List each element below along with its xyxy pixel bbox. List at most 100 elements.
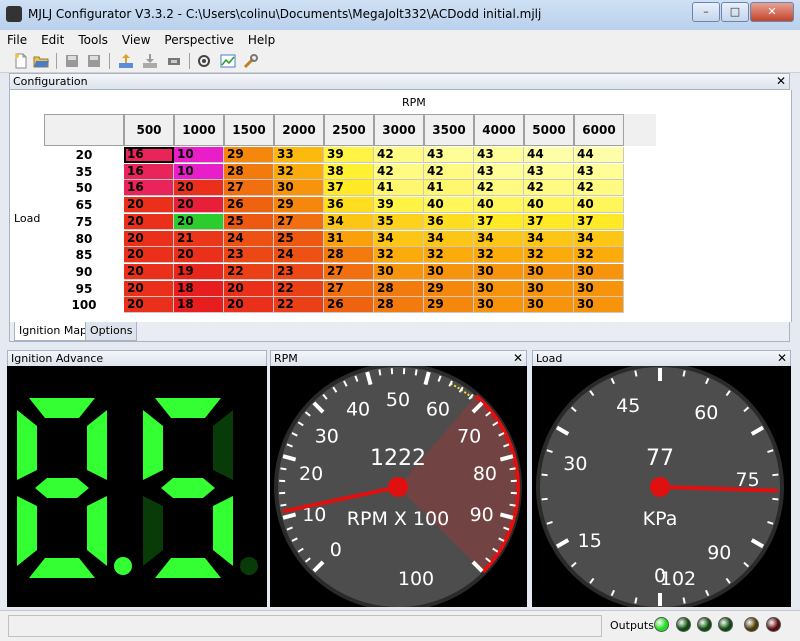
tab-ignition-map[interactable]: Ignition Map [14,322,92,341]
table-cell[interactable]: 22 [274,297,324,313]
table-cell[interactable]: 34 [374,231,424,247]
table-cell[interactable]: 43 [474,164,524,180]
table-cell[interactable]: 32 [574,247,624,263]
table-cell[interactable]: 20 [124,247,174,263]
chart-icon[interactable] [220,53,236,69]
menu-tools[interactable]: Tools [71,33,115,47]
table-cell[interactable]: 40 [524,197,574,213]
menu-view[interactable]: View [115,33,157,47]
table-cell[interactable]: 40 [424,197,474,213]
table-cell[interactable]: 30 [474,281,524,297]
open-folder-icon[interactable] [33,53,49,69]
table-cell[interactable]: 19 [174,264,224,280]
table-cell[interactable]: 20 [174,247,224,263]
table-cell[interactable]: 20 [124,214,174,230]
table-cell[interactable]: 10 [174,147,224,163]
table-cell[interactable]: 43 [524,164,574,180]
table-cell[interactable]: 39 [324,147,374,163]
table-cell[interactable]: 32 [274,164,324,180]
menu-perspective[interactable]: Perspective [157,33,241,47]
table-cell[interactable]: 20 [174,197,224,213]
table-cell[interactable]: 30 [474,297,524,313]
settings-icon[interactable] [196,53,212,69]
save-as-icon[interactable] [86,53,102,69]
table-cell[interactable]: 30 [374,264,424,280]
table-cell[interactable]: 23 [274,264,324,280]
new-file-icon[interactable] [13,53,29,69]
table-cell[interactable]: 34 [424,231,474,247]
table-cell[interactable]: 42 [474,180,524,196]
table-cell[interactable]: 34 [524,231,574,247]
table-cell[interactable]: 41 [374,180,424,196]
table-cell[interactable]: 25 [224,214,274,230]
table-cell[interactable]: 27 [324,264,374,280]
table-cell[interactable]: 18 [174,281,224,297]
close-icon[interactable]: ✕ [513,351,523,366]
table-cell[interactable]: 27 [224,180,274,196]
table-cell[interactable]: 42 [524,180,574,196]
tools-icon[interactable] [243,53,259,69]
table-cell[interactable]: 44 [574,147,624,163]
table-cell[interactable]: 30 [574,281,624,297]
table-cell[interactable]: 37 [524,214,574,230]
table-cell[interactable]: 30 [574,297,624,313]
table-cell[interactable]: 20 [124,281,174,297]
table-cell[interactable]: 43 [474,147,524,163]
table-cell[interactable]: 29 [224,147,274,163]
close-button[interactable]: ✕ [750,2,794,22]
table-cell[interactable]: 34 [474,231,524,247]
table-cell[interactable]: 27 [274,214,324,230]
table-cell[interactable]: 44 [524,147,574,163]
table-cell[interactable]: 42 [374,164,424,180]
export-icon[interactable] [118,53,134,69]
table-cell[interactable]: 33 [274,147,324,163]
table-cell[interactable]: 24 [274,247,324,263]
table-cell[interactable]: 16 [124,147,174,163]
table-cell[interactable]: 39 [374,197,424,213]
table-cell[interactable]: 20 [124,297,174,313]
table-cell[interactable]: 29 [424,297,474,313]
tab-options[interactable]: Options [85,322,137,341]
table-cell[interactable]: 32 [524,247,574,263]
table-cell[interactable]: 32 [424,247,474,263]
table-cell[interactable]: 30 [474,264,524,280]
table-cell[interactable]: 16 [124,180,174,196]
table-cell[interactable]: 36 [424,214,474,230]
table-cell[interactable]: 20 [124,264,174,280]
table-cell[interactable]: 30 [524,264,574,280]
table-cell[interactable]: 30 [274,180,324,196]
table-cell[interactable]: 10 [174,164,224,180]
table-cell[interactable]: 20 [174,214,224,230]
table-cell[interactable]: 36 [324,197,374,213]
menu-help[interactable]: Help [241,33,282,47]
table-cell[interactable]: 30 [424,264,474,280]
table-cell[interactable]: 26 [224,197,274,213]
table-cell[interactable]: 22 [224,264,274,280]
table-cell[interactable]: 29 [274,197,324,213]
table-cell[interactable]: 30 [574,264,624,280]
table-cell[interactable]: 37 [324,180,374,196]
minimize-button[interactable]: – [692,2,720,22]
table-cell[interactable]: 23 [224,247,274,263]
table-cell[interactable]: 20 [224,281,274,297]
table-cell[interactable]: 20 [124,197,174,213]
table-cell[interactable]: 37 [574,214,624,230]
table-cell[interactable]: 34 [324,214,374,230]
table-cell[interactable]: 35 [374,214,424,230]
menu-file[interactable]: File [0,33,34,47]
table-cell[interactable]: 20 [224,297,274,313]
table-cell[interactable]: 40 [474,197,524,213]
table-cell[interactable]: 32 [374,247,424,263]
table-cell[interactable]: 28 [374,281,424,297]
table-cell[interactable]: 42 [424,164,474,180]
menu-edit[interactable]: Edit [34,33,71,47]
table-cell[interactable]: 30 [524,297,574,313]
table-cell[interactable]: 21 [174,231,224,247]
table-cell[interactable]: 31 [324,231,374,247]
table-cell[interactable]: 28 [374,297,424,313]
table-cell[interactable]: 28 [324,247,374,263]
table-cell[interactable]: 42 [374,147,424,163]
table-cell[interactable]: 43 [424,147,474,163]
table-cell[interactable]: 29 [424,281,474,297]
table-cell[interactable]: 27 [324,281,374,297]
